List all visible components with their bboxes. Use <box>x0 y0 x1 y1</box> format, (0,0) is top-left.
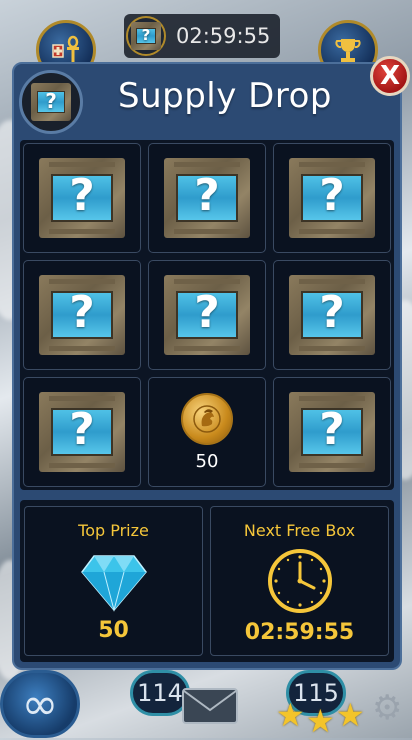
next-free-box-label: Next Free Box <box>243 521 356 540</box>
revealed-reward-tile: 50 <box>148 377 266 487</box>
gear-icon[interactable]: ⚙ <box>372 688 402 728</box>
crate-icon: ? <box>164 158 250 238</box>
crate-icon: ? <box>126 16 166 56</box>
crate-icon: ? <box>39 275 125 355</box>
crate-icon: ? <box>39 392 125 472</box>
clock-icon <box>267 549 332 613</box>
mystery-crate-tile[interactable]: ? <box>148 260 266 370</box>
star-icon: ★ <box>336 696 365 734</box>
mystery-crate-tile[interactable]: ? <box>23 260 141 370</box>
top-prize-label: Top Prize <box>78 521 149 540</box>
dialog-title: Supply Drop <box>118 76 332 116</box>
level-badge-left[interactable]: 114 <box>130 670 190 716</box>
crate-icon: ? <box>289 392 375 472</box>
infinity-button[interactable]: ∞ <box>0 670 80 738</box>
crate-icon: ? <box>39 158 125 238</box>
mystery-crate-tile[interactable]: ? <box>273 143 391 253</box>
top-prize-box: Top Prize 50 <box>24 506 203 656</box>
hud-timer-text: 02:59:55 <box>176 24 271 48</box>
close-button[interactable]: X <box>370 56 410 96</box>
mail-icon[interactable] <box>182 688 238 724</box>
diamond-icon <box>80 555 147 612</box>
dialog-header: ? Supply Drop X <box>14 56 410 136</box>
mystery-crate-tile[interactable]: ? <box>273 377 391 487</box>
star-icon: ★ <box>276 696 305 734</box>
supply-drop-dialog: ? Supply Drop X ? ? ? ? ? ? ? 50 ? Top P… <box>12 56 410 670</box>
mystery-crate-tile[interactable]: ? <box>148 143 266 253</box>
supply-drop-timer[interactable]: ? 02:59:55 <box>124 14 280 58</box>
crate-icon: ? <box>289 275 375 355</box>
bottom-hud: ∞ 114 115 ★ ★ ★ ⚙ <box>0 670 412 740</box>
mystery-crate-tile[interactable]: ? <box>23 143 141 253</box>
coin-icon <box>181 392 233 445</box>
mystery-crate-tile[interactable]: ? <box>273 260 391 370</box>
star-icon: ★ <box>306 702 335 740</box>
info-area: Top Prize 50 Next Free Box 02:59:55 <box>20 500 394 662</box>
infinity-icon: ∞ <box>21 678 59 730</box>
next-free-box: Next Free Box 02:59:55 <box>210 506 389 656</box>
crate-grid: ? ? ? ? ? ? ? 50 ? <box>20 140 394 490</box>
crate-icon: ? <box>289 158 375 238</box>
top-prize-value: 50 <box>98 618 129 643</box>
next-free-box-timer: 02:59:55 <box>244 620 355 645</box>
reward-amount: 50 <box>195 450 219 472</box>
mystery-crate-tile[interactable]: ? <box>23 377 141 487</box>
crate-icon: ? <box>164 275 250 355</box>
header-crate-icon: ? <box>19 70 83 134</box>
